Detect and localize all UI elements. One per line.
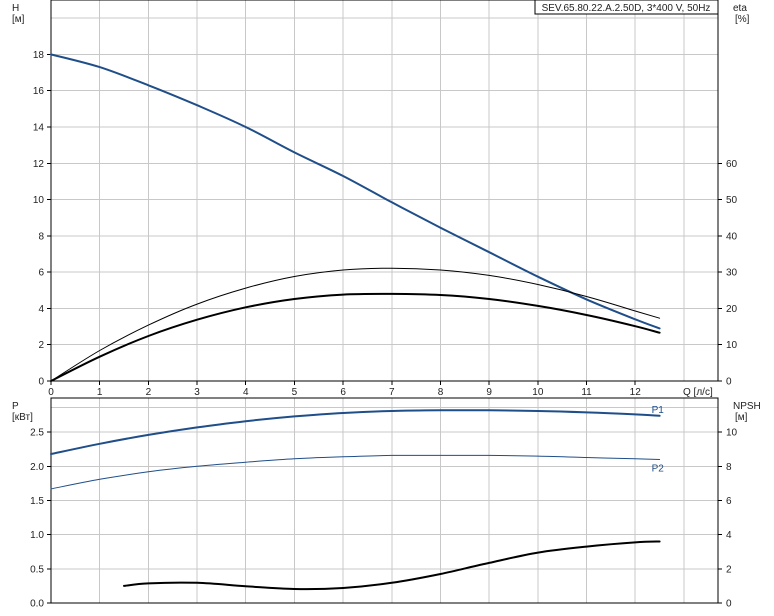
y-left-tick-label: 0.0 <box>30 599 44 610</box>
y-left-tick-label: 8 <box>38 231 44 242</box>
y-right-axis-unit: [м] <box>735 412 748 423</box>
y-right-tick-label: 60 <box>726 159 738 170</box>
x-tick-label: 7 <box>389 387 395 398</box>
y-right-tick-label: 2 <box>726 564 732 575</box>
y-right-tick-label: 0 <box>726 599 732 610</box>
x-tick-label: 0 <box>48 387 54 398</box>
y-left-tick-label: 0 <box>38 377 44 388</box>
x-tick-label: 1 <box>97 387 103 398</box>
y-left-axis-unit: [кВт] <box>12 412 33 423</box>
series-line-0-1 <box>50 267 661 382</box>
y-right-tick-label: 4 <box>726 530 732 541</box>
y-right-tick-label: 10 <box>726 340 738 351</box>
x-tick-label: 8 <box>438 387 444 398</box>
y-left-tick-label: 12 <box>33 159 45 170</box>
y-right-tick-label: 8 <box>726 462 732 473</box>
series-line-0-0 <box>50 53 661 330</box>
x-tick-label: 10 <box>532 387 544 398</box>
y-left-tick-label: 10 <box>33 195 45 206</box>
y-left-axis-title: P <box>12 401 19 412</box>
y-right-axis-unit: [%] <box>735 14 750 25</box>
x-tick-label: 5 <box>292 387 298 398</box>
series-line-1-1 <box>50 454 661 490</box>
pump-performance-chart: 0 2 4 6 8 10 12 14 16 18 0 10 20 30 40 50 60 0 1 2 3 4 5 6 7 8 9 10… <box>0 0 774 611</box>
y-right-tick-label: 6 <box>726 496 732 507</box>
y-right-tick-label: 10 <box>726 428 738 439</box>
y-left-tick-label: 14 <box>33 123 45 134</box>
series-label: P2 <box>652 464 665 475</box>
y-left-tick-label: 16 <box>33 86 45 97</box>
y-left-tick-label: 2 <box>38 340 44 351</box>
y-left-tick-label: 0.5 <box>30 564 44 575</box>
chart-canvas: 02468101214161801020304050600 1 2 3 4 5 6 7 8 9 10… <box>12 0 761 610</box>
y-left-axis-unit: [м] <box>12 14 25 25</box>
y-right-tick-label: 20 <box>726 304 738 315</box>
y-left-tick-label: 18 <box>33 50 45 61</box>
y-right-axis-title: eta <box>733 3 747 14</box>
x-axis-label: Q [л/с] <box>683 387 713 398</box>
x-tick-label: 4 <box>243 387 249 398</box>
y-left-tick-label: 2.5 <box>30 428 44 439</box>
x-tick-label: 6 <box>340 387 346 398</box>
y-left-tick-label: 6 <box>38 268 44 279</box>
x-tick-label: 2 <box>146 387 152 398</box>
y-right-tick-label: 40 <box>726 231 738 242</box>
y-right-axis-title: NPSH <box>733 401 761 412</box>
y-left-tick-label: 4 <box>38 304 44 315</box>
series-label: P1 <box>652 405 665 416</box>
x-tick-label: 3 <box>194 387 200 398</box>
y-right-tick-label: 30 <box>726 268 738 279</box>
x-tick-label: 11 <box>581 387 592 398</box>
chart-title: SEV.65.80.22.A.2.50D, 3*400 V, 50Hz <box>542 3 711 14</box>
y-left-tick-label: 2.0 <box>30 462 44 473</box>
y-right-tick-label: 50 <box>726 195 738 206</box>
x-tick-label: 12 <box>630 387 642 398</box>
x-tick-label: 9 <box>486 387 492 398</box>
y-right-tick-label: 0 <box>726 377 732 388</box>
series-line-0-2 <box>50 292 661 382</box>
y-left-axis-title: H <box>12 3 19 14</box>
y-left-tick-label: 1.0 <box>30 530 44 541</box>
y-left-tick-label: 1.5 <box>30 496 44 507</box>
